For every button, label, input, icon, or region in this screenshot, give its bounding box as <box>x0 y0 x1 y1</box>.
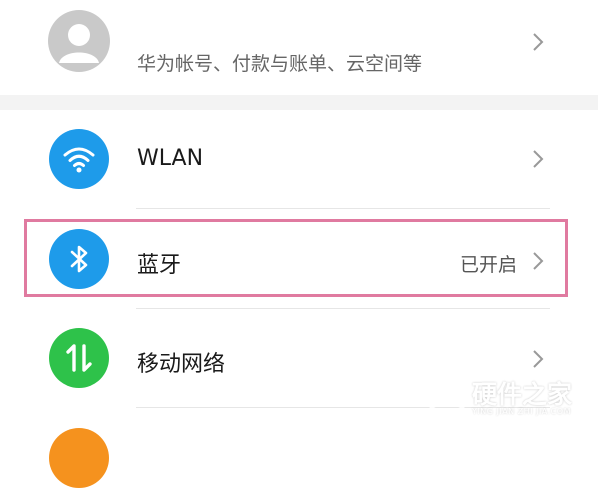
mobile-data-icon <box>66 344 92 372</box>
chevron-right-icon <box>533 150 544 168</box>
row-separator <box>136 208 550 209</box>
watermark: 硬件之家 YING JIAN ZHI JIA.COM <box>428 375 593 420</box>
user-icon <box>59 24 99 63</box>
account-row[interactable]: 华为帐号、付款与账单、云空间等 <box>0 0 598 95</box>
setting-title-mobile-network: 移动网络 <box>137 352 226 377</box>
section-divider <box>0 95 598 110</box>
watermark-name: 硬件之家 <box>472 380 573 409</box>
chevron-right-icon <box>533 33 544 51</box>
wifi-icon <box>63 147 95 173</box>
setting-row-wlan[interactable]: WLAN <box>0 112 598 209</box>
avatar <box>48 10 110 72</box>
watermark-url: YING JIAN ZHI JIA.COM <box>472 407 571 416</box>
wifi-icon-circle <box>49 129 109 189</box>
chevron-right-icon <box>533 350 544 368</box>
highlight-box <box>24 219 568 297</box>
watermark-logo-icon <box>429 376 465 418</box>
partial-icon-circle <box>49 428 109 488</box>
setting-title-wlan: WLAN <box>137 146 204 171</box>
account-subtitle: 华为帐号、付款与账单、云空间等 <box>137 53 423 75</box>
row-separator <box>136 308 550 309</box>
mobile-data-icon-circle <box>49 328 109 388</box>
